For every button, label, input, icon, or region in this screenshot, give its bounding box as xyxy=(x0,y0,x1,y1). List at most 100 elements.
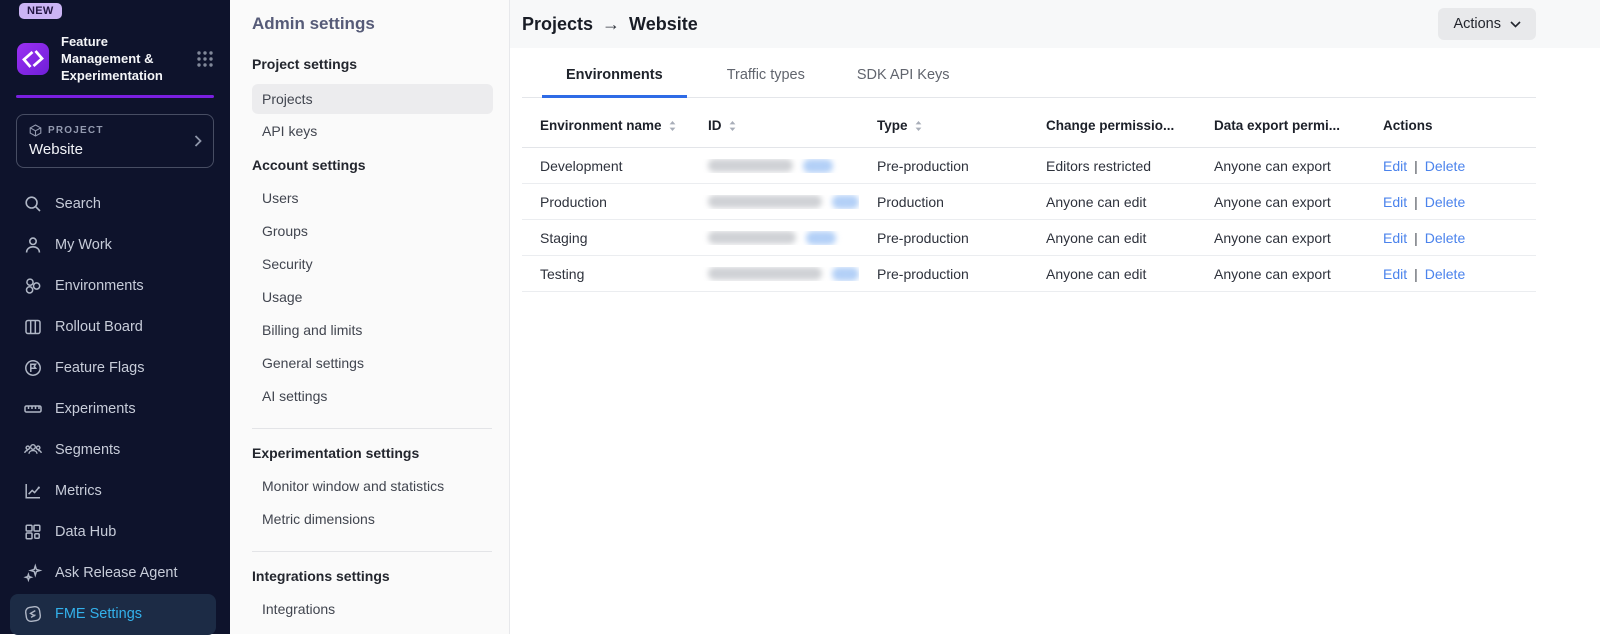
row-actions: Edit|Delete xyxy=(1365,158,1536,174)
nav-item-data-hub[interactable]: Data Hub xyxy=(10,512,216,553)
nav-item-search[interactable]: Search xyxy=(10,184,216,225)
edit-link[interactable]: Edit xyxy=(1383,194,1407,210)
tab-traffic-types[interactable]: Traffic types xyxy=(715,67,817,97)
table-header-row: Environment name ID Type Change permissi… xyxy=(522,98,1536,148)
sort-icon[interactable] xyxy=(914,120,923,132)
table-row-development: Development Pre-production Editors restr… xyxy=(522,148,1536,184)
nav-item-ask-release-agent[interactable]: Ask Release Agent xyxy=(10,553,216,594)
table-row-production: Production Production Anyone can edit An… xyxy=(522,184,1536,220)
admin-item-security[interactable]: Security xyxy=(230,247,509,280)
project-label: PROJECT xyxy=(48,125,104,136)
column-header-environment-name[interactable]: Environment name xyxy=(522,118,690,133)
nav-item-rollout-board[interactable]: Rollout Board xyxy=(10,307,216,348)
admin-item-integrations[interactable]: Integrations xyxy=(230,592,509,625)
edit-link[interactable]: Edit xyxy=(1383,230,1407,246)
row-actions: Edit|Delete xyxy=(1365,266,1536,282)
admin-item-billing-and-limits[interactable]: Billing and limits xyxy=(230,313,509,346)
fme-logo xyxy=(16,42,50,76)
column-header-type[interactable]: Type xyxy=(859,118,1028,133)
redacted-copy-chip[interactable] xyxy=(806,231,836,245)
admin-settings-title: Admin settings xyxy=(252,14,509,34)
breadcrumb: Projects → Website xyxy=(522,14,698,35)
nav-item-fme-settings[interactable]: FME Settings xyxy=(10,594,216,635)
redacted-id-blur xyxy=(708,195,822,208)
divider xyxy=(252,428,492,429)
breadcrumb-arrow: → xyxy=(602,14,620,35)
environment-name: Staging xyxy=(522,230,690,246)
edit-link[interactable]: Edit xyxy=(1383,158,1407,174)
redacted-id-blur xyxy=(708,267,822,280)
redacted-copy-chip[interactable] xyxy=(832,267,859,281)
admin-item-projects[interactable]: Projects xyxy=(252,84,493,114)
edit-link[interactable]: Edit xyxy=(1383,266,1407,282)
environment-id-redacted xyxy=(690,159,859,173)
environment-name: Production xyxy=(522,194,690,210)
redacted-copy-chip[interactable] xyxy=(803,159,833,173)
app-switcher-grid-icon[interactable] xyxy=(196,50,214,68)
app-title: Feature Management & Experimentation xyxy=(61,34,185,85)
delete-link[interactable]: Delete xyxy=(1425,266,1465,282)
redacted-id-blur xyxy=(708,231,796,244)
nav-item-feature-flags[interactable]: Feature Flags xyxy=(10,348,216,389)
delete-link[interactable]: Delete xyxy=(1425,158,1465,174)
delete-link[interactable]: Delete xyxy=(1425,194,1465,210)
environment-id-redacted xyxy=(690,267,859,281)
admin-item-metric-dimensions[interactable]: Metric dimensions xyxy=(230,502,509,535)
column-header-id[interactable]: ID xyxy=(690,118,859,133)
section-heading-experimentation-settings: Experimentation settings xyxy=(252,445,509,461)
admin-item-api-keys[interactable]: API keys xyxy=(230,114,509,147)
breadcrumb-parent[interactable]: Projects xyxy=(522,14,593,35)
chevron-down-icon xyxy=(1510,21,1521,28)
divider xyxy=(252,551,492,552)
nav-item-metrics[interactable]: Metrics xyxy=(10,471,216,512)
nav-item-my-work[interactable]: My Work xyxy=(10,225,216,266)
primary-nav: Search My Work Environments xyxy=(0,184,230,635)
sort-icon[interactable] xyxy=(728,120,737,132)
environment-id-redacted xyxy=(690,231,859,245)
data-export-permissions: Anyone can export xyxy=(1196,230,1365,246)
data-export-permissions: Anyone can export xyxy=(1196,194,1365,210)
nav-item-experiments[interactable]: Experiments xyxy=(10,389,216,430)
admin-item-ai-settings[interactable]: AI settings xyxy=(230,379,509,412)
ruler-icon xyxy=(23,399,43,419)
row-actions: Edit|Delete xyxy=(1365,230,1536,246)
page-header: Projects → Website Actions xyxy=(510,0,1600,48)
admin-item-monitor-window[interactable]: Monitor window and statistics xyxy=(230,469,509,502)
sort-icon[interactable] xyxy=(668,120,677,132)
brand-accent-rule xyxy=(16,95,214,98)
grid-squares-icon xyxy=(23,522,43,542)
nav-item-segments[interactable]: Segments xyxy=(10,430,216,471)
admin-item-groups[interactable]: Groups xyxy=(230,214,509,247)
environment-type: Production xyxy=(859,194,1028,210)
actions-button[interactable]: Actions xyxy=(1438,8,1536,40)
redacted-copy-chip[interactable] xyxy=(832,195,859,209)
section-heading-integrations-settings: Integrations settings xyxy=(252,568,509,584)
section-heading-account-settings: Account settings xyxy=(252,157,509,173)
delete-link[interactable]: Delete xyxy=(1425,230,1465,246)
change-permissions: Anyone can edit xyxy=(1028,266,1196,282)
sparkles-icon xyxy=(23,563,43,583)
primary-sidebar: NEW Feature Management & Experimentation xyxy=(0,0,230,634)
column-header-data-export-permissions[interactable]: Data export permi... xyxy=(1196,118,1365,133)
environment-type: Pre-production xyxy=(859,158,1028,174)
fme-logo-icon xyxy=(23,604,43,624)
chart-icon xyxy=(23,481,43,501)
change-permissions: Editors restricted xyxy=(1028,158,1196,174)
project-selector[interactable]: PROJECT Website xyxy=(16,114,214,168)
admin-item-users[interactable]: Users xyxy=(230,181,509,214)
column-header-change-permissions[interactable]: Change permissio... xyxy=(1028,118,1196,133)
environments-table: Environment name ID Type Change permissi… xyxy=(522,98,1536,292)
environment-name: Development xyxy=(522,158,690,174)
environment-type: Pre-production xyxy=(859,230,1028,246)
flag-icon xyxy=(23,358,43,378)
redacted-id-blur xyxy=(708,159,793,172)
tab-environments[interactable]: Environments xyxy=(542,67,687,98)
environment-id-redacted xyxy=(690,195,859,209)
admin-item-usage[interactable]: Usage xyxy=(230,280,509,313)
table-row-staging: Staging Pre-production Anyone can edit A… xyxy=(522,220,1536,256)
people-icon xyxy=(23,440,43,460)
nav-item-environments[interactable]: Environments xyxy=(10,266,216,307)
tab-sdk-api-keys[interactable]: SDK API Keys xyxy=(845,67,962,97)
row-actions: Edit|Delete xyxy=(1365,194,1536,210)
admin-item-general-settings[interactable]: General settings xyxy=(230,346,509,379)
